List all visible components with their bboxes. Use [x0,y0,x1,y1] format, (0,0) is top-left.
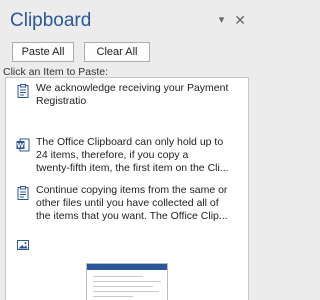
clipboard-item-list[interactable]: We acknowledge receiving your Payment Re… [5,77,249,300]
pane-controls: ▾ ✕ [219,13,246,27]
image-item-icon [16,238,30,252]
clipboard-item[interactable] [6,236,246,252]
paste-all-button[interactable]: Paste All [12,42,74,62]
clear-all-button[interactable]: Clear All [84,42,150,62]
task-pane-options-icon[interactable]: ▾ [219,14,225,26]
clipboard-text-icon [16,186,30,200]
word-document-icon: W [16,138,30,152]
clipboard-item[interactable]: W The Office Clipboard can only hold up … [6,136,246,175]
pane-title: Clipboard [10,10,92,31]
clipboard-pane: Clipboard ▾ ✕ Paste All Clear All Click … [0,0,254,300]
button-row: Paste All Clear All [12,42,150,62]
clipboard-item[interactable]: We acknowledge receiving your Payment Re… [6,82,246,108]
clipboard-text-icon [16,84,30,98]
clipboard-item[interactable]: Continue copying items from the same or … [6,184,246,223]
clipboard-item-text: We acknowledge receiving your Payment Re… [36,82,229,107]
image-thumbnail [86,263,168,300]
clipboard-item-text: Continue copying items from the same or … [36,184,228,222]
svg-text:W: W [17,142,24,150]
close-icon[interactable]: ✕ [234,13,246,27]
clipboard-item-text: The Office Clipboard can only hold up to… [36,136,229,174]
